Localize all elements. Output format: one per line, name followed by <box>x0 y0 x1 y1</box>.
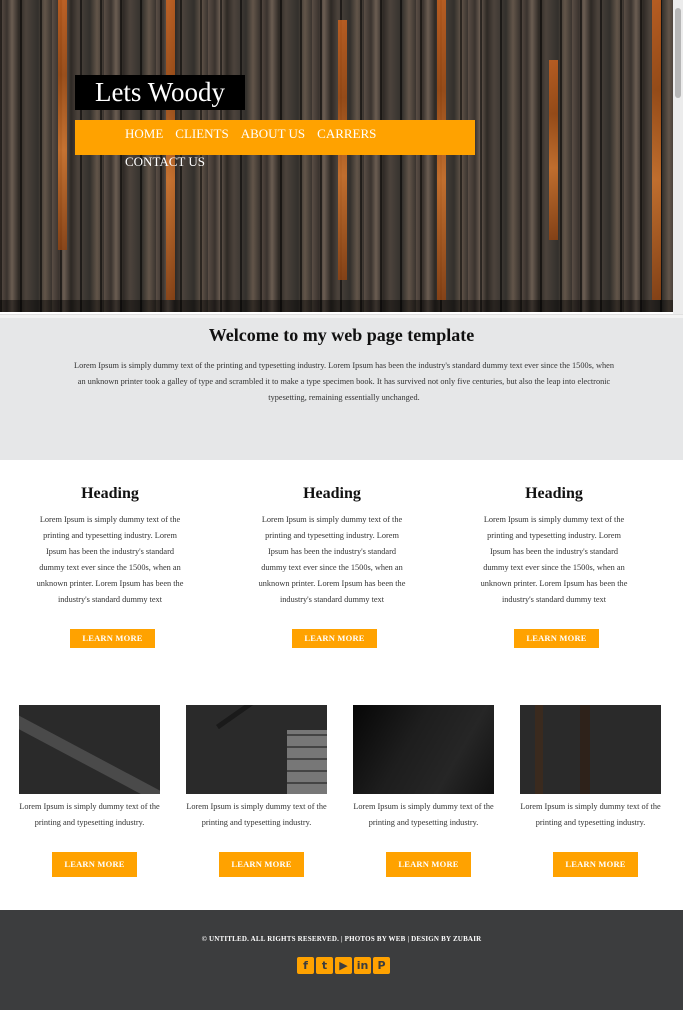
image-card: Lorem Ipsum is simply dummy text of the … <box>19 705 160 831</box>
youtube-icon[interactable]: ▶ <box>335 957 352 974</box>
learn-more-button[interactable]: LEARN MORE <box>292 629 377 648</box>
nav-about-us[interactable]: ABOUT US <box>241 120 305 148</box>
card-text: Lorem Ipsum is simply dummy text of the … <box>19 802 160 827</box>
card-text: Lorem Ipsum is simply dummy text of the … <box>186 802 327 827</box>
feature-heading: Heading <box>81 485 139 502</box>
vertical-scrollbar[interactable] <box>673 0 683 318</box>
site-logo[interactable]: Lets Woody <box>75 75 245 110</box>
feature-text: Lorem Ipsum is simply dummy text of the … <box>36 515 184 604</box>
welcome-text: Lorem Ipsum is simply dummy text of the … <box>74 361 614 402</box>
wood-rust-stripe <box>652 0 661 300</box>
facebook-icon[interactable]: f <box>297 957 314 974</box>
card-text: Lorem Ipsum is simply dummy text of the … <box>520 802 661 827</box>
linkedin-icon[interactable]: in <box>354 957 371 974</box>
feature-heading: Heading <box>303 485 361 502</box>
image-card: Lorem Ipsum is simply dummy text of the … <box>520 705 661 831</box>
main-nav: HOME CLIENTS ABOUT US CARRERSCONTACT US <box>75 120 475 169</box>
learn-more-button[interactable]: LEARN MORE <box>52 852 137 877</box>
card-image <box>520 705 661 794</box>
image-card: Lorem Ipsum is simply dummy text of the … <box>353 705 494 831</box>
vertical-scrollbar-thumb[interactable] <box>675 8 681 98</box>
hero-banner: Lets Woody HOME CLIENTS ABOUT US CARRERS CON… <box>0 0 683 312</box>
wood-rust-stripe <box>549 60 558 240</box>
feature-text: Lorem Ipsum is simply dummy text of the … <box>258 515 406 604</box>
learn-more-button[interactable]: LEARN MORE <box>386 852 471 877</box>
nav-contact-us[interactable]: CONTACT US <box>125 148 205 176</box>
welcome-title: Welcome to my web page template <box>208 325 475 345</box>
hero-shadow <box>0 300 683 312</box>
social-links: f t ▶ in P <box>297 957 390 975</box>
nav-clients[interactable]: CLIENTS <box>175 120 228 148</box>
learn-more-button[interactable]: LEARN MORE <box>553 852 638 877</box>
twitter-icon[interactable]: t <box>316 957 333 974</box>
pinterest-icon[interactable]: P <box>373 957 390 974</box>
card-image <box>353 705 494 794</box>
feature-heading: Heading <box>525 485 583 502</box>
card-image <box>186 705 327 794</box>
feature-column: Heading Lorem Ipsum is simply dummy text… <box>479 485 629 608</box>
feature-column: Heading Lorem Ipsum is simply dummy text… <box>35 485 185 608</box>
image-card: Lorem Ipsum is simply dummy text of the … <box>186 705 327 831</box>
learn-more-button[interactable]: LEARN MORE <box>70 629 155 648</box>
learn-more-button[interactable]: LEARN MORE <box>219 852 304 877</box>
site-footer: © UNTITLED. ALL RIGHTS RESERVED. | PHOTO… <box>0 910 683 1010</box>
nav-home[interactable]: HOME <box>125 120 163 148</box>
welcome-section: Welcome to my web page template Lorem Ip… <box>0 318 683 460</box>
wood-rust-stripe <box>58 0 67 250</box>
feature-text: Lorem Ipsum is simply dummy text of the … <box>480 515 628 604</box>
card-image <box>19 705 160 794</box>
card-text: Lorem Ipsum is simply dummy text of the … <box>353 802 494 827</box>
feature-column: Heading Lorem Ipsum is simply dummy text… <box>257 485 407 608</box>
learn-more-button[interactable]: LEARN MORE <box>514 629 599 648</box>
nav-carrers[interactable]: CARRERS <box>317 120 376 148</box>
copyright-text: © UNTITLED. ALL RIGHTS RESERVED. | PHOTO… <box>201 935 482 943</box>
